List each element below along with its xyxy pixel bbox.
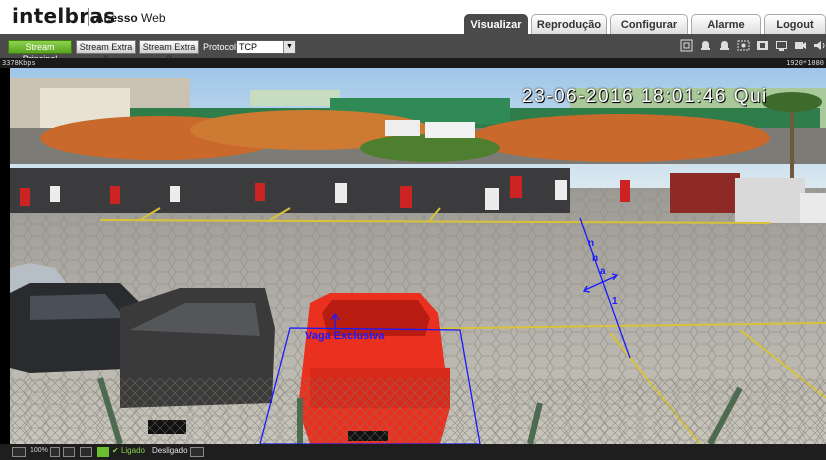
protocol-select[interactable]: TCP ▼ xyxy=(236,40,296,54)
tab-reproducao[interactable]: Reprodução xyxy=(531,14,607,34)
tab-configurar[interactable]: Configurar xyxy=(610,14,688,34)
zoom-level[interactable]: 100% xyxy=(30,447,48,454)
main-tabs: Visualizar Reprodução Configurar Alarme … xyxy=(464,14,826,34)
snapshot-icon[interactable] xyxy=(680,39,693,52)
resolution-readout: 1920*1080 xyxy=(786,59,824,67)
audio-toggle-icon[interactable] xyxy=(97,447,109,457)
measure-label-h: h xyxy=(592,253,599,264)
product-name: Acesso Web xyxy=(95,11,166,25)
bell-icon[interactable] xyxy=(699,39,712,52)
audio-on-text: Ligado xyxy=(120,446,145,455)
stream-extra-2-button[interactable]: Stream Extra 2 xyxy=(139,40,199,64)
home-icon[interactable] xyxy=(12,447,26,457)
bell-alt-icon[interactable] xyxy=(718,39,731,52)
stream-principal-button[interactable]: Stream Principal xyxy=(8,40,72,64)
stop-icon[interactable] xyxy=(756,39,769,52)
bottom-controls: 100% ✔ Ligado Desligado xyxy=(0,444,826,460)
tab-logout[interactable]: Logout xyxy=(764,14,826,34)
product-name-bold: Acesso xyxy=(95,11,138,25)
protocol-value: TCP xyxy=(239,42,257,52)
product-name-light: Web xyxy=(141,11,166,25)
tab-alarme[interactable]: Alarme xyxy=(691,14,761,34)
video-panel: 3378Kbps 1920*1080 23-06-2016 18:01:46 Q… xyxy=(0,58,826,444)
stream-extra-1-button[interactable]: Stream Extra 1 xyxy=(76,40,136,64)
ptz-icon[interactable] xyxy=(190,447,204,457)
osd-datetime: 23-06-2016 18:01:46 Qui xyxy=(522,86,768,107)
fullscreen-icon[interactable] xyxy=(63,447,75,457)
live-video-feed[interactable]: 23-06-2016 18:01:46 Qui Vaga Exclusiva n… xyxy=(10,68,826,444)
logo-divider xyxy=(88,8,89,26)
record-icon[interactable] xyxy=(737,39,750,52)
toolbar-icons xyxy=(680,39,826,53)
header-bar: intelbras Acesso Web Visualizar Reproduç… xyxy=(0,0,826,34)
video-info-bar: 3378Kbps 1920*1080 xyxy=(0,58,826,68)
tab-visualizar[interactable]: Visualizar xyxy=(464,14,528,34)
grid-icon[interactable] xyxy=(80,447,92,457)
live-toolbar: Stream Principal Stream Extra 1 Stream E… xyxy=(0,34,826,64)
fit-icon[interactable] xyxy=(50,447,60,457)
audio-off-label[interactable]: Desligado xyxy=(152,446,188,455)
measure-label-a: a xyxy=(600,266,606,277)
measure-label-n: n xyxy=(588,238,595,249)
camera-icon[interactable] xyxy=(794,39,807,52)
volume-icon[interactable] xyxy=(813,39,826,52)
chevron-down-icon: ▼ xyxy=(283,41,295,53)
measure-label-1: 1 xyxy=(612,296,618,307)
audio-on-label[interactable]: ✔ Ligado xyxy=(112,446,145,455)
screen-icon[interactable] xyxy=(775,39,788,52)
bitrate-readout: 3378Kbps xyxy=(2,59,36,67)
annotation-label: Vaga Exclusiva xyxy=(305,330,385,342)
